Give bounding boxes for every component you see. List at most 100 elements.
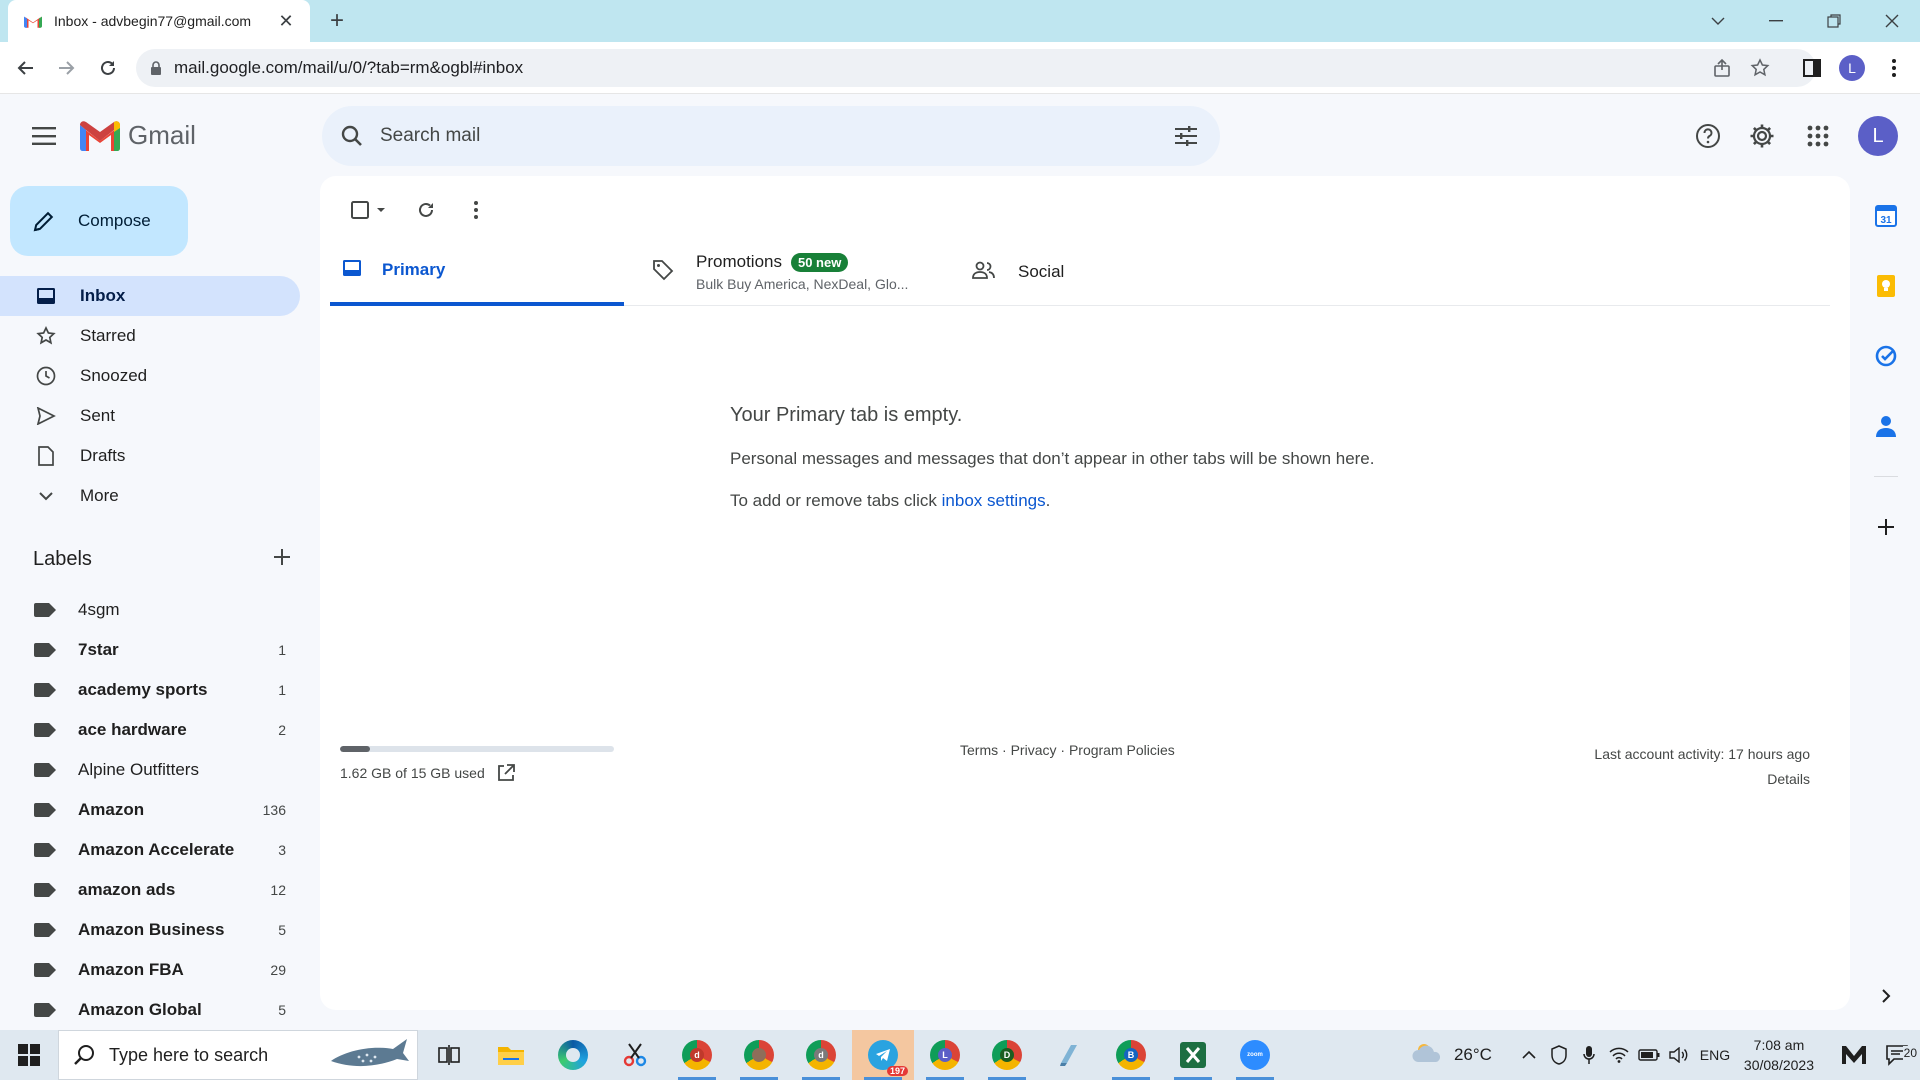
label-item[interactable]: Amazon Business 5: [0, 910, 300, 950]
minimize-button[interactable]: [1748, 0, 1804, 42]
inbox-tab-icon: [342, 259, 362, 282]
label-item[interactable]: amazon ads 12: [0, 870, 300, 910]
program-policies-link[interactable]: Program Policies: [1069, 742, 1175, 758]
windows-start-icon[interactable]: [0, 1030, 58, 1080]
browser-profile-avatar[interactable]: L: [1836, 52, 1868, 84]
calendar-icon[interactable]: 31: [1866, 196, 1906, 236]
help-icon[interactable]: [1690, 118, 1726, 154]
label-item[interactable]: 7star 1: [0, 630, 300, 670]
search-bar[interactable]: Search mail: [322, 106, 1220, 166]
open-storage-icon[interactable]: [497, 764, 515, 782]
account-avatar[interactable]: L: [1858, 116, 1898, 156]
battery-icon[interactable]: [1634, 1030, 1664, 1080]
details-link[interactable]: Details: [1594, 767, 1810, 792]
nav-item-sent[interactable]: Sent: [0, 396, 300, 436]
nav-item-more[interactable]: More: [0, 476, 300, 516]
notepad-icon[interactable]: [1038, 1030, 1100, 1080]
chrome-profile-d2-icon[interactable]: d: [790, 1030, 852, 1080]
close-tab-icon[interactable]: ✕: [276, 11, 296, 32]
get-addons-icon[interactable]: [1866, 507, 1906, 547]
search-icon[interactable]: [338, 122, 366, 150]
restore-button[interactable]: [1806, 0, 1862, 42]
gmail-logo[interactable]: Gmail: [80, 120, 196, 151]
zoom-icon[interactable]: zoom: [1224, 1030, 1286, 1080]
settings-gear-icon[interactable]: [1744, 118, 1780, 154]
main-menu-icon[interactable]: [28, 120, 60, 152]
wifi-icon[interactable]: [1604, 1030, 1634, 1080]
label-item[interactable]: Amazon Accelerate 3: [0, 830, 300, 870]
label-item[interactable]: Amazon Global 5: [0, 990, 300, 1030]
tab-primary[interactable]: Primary: [330, 238, 624, 306]
file-explorer-icon[interactable]: [480, 1030, 542, 1080]
nav-item-inbox[interactable]: Inbox: [0, 276, 300, 316]
tab-social[interactable]: Social: [972, 238, 1172, 306]
reload-button[interactable]: [92, 52, 124, 84]
volume-icon[interactable]: [1664, 1030, 1694, 1080]
select-checkbox[interactable]: [340, 190, 396, 230]
clock-time: 7:08 am: [1753, 1037, 1805, 1053]
keep-icon[interactable]: [1866, 266, 1906, 306]
tab-search-icon[interactable]: [1690, 0, 1746, 42]
chrome-profile-d-icon[interactable]: d: [666, 1030, 728, 1080]
chrome-profile-l-icon[interactable]: L: [914, 1030, 976, 1080]
label-name: academy sports: [78, 680, 208, 699]
compose-button[interactable]: Compose: [10, 186, 188, 256]
nav-item-snoozed[interactable]: Snoozed: [0, 356, 300, 396]
clock-date: 30/08/2023: [1743, 1057, 1814, 1073]
language-indicator[interactable]: ENG: [1700, 1030, 1730, 1080]
weather-cloud-icon[interactable]: [1412, 1042, 1444, 1069]
bookmark-star-icon[interactable]: [1750, 58, 1770, 83]
side-panel-icon[interactable]: [1796, 52, 1828, 84]
hide-side-panel-icon[interactable]: [1872, 982, 1900, 1010]
browser-tab-inbox[interactable]: Inbox - advbegin77@gmail.com ✕: [8, 0, 310, 42]
meet-now-icon[interactable]: [1834, 1030, 1874, 1080]
show-hidden-icons-icon[interactable]: [1514, 1030, 1544, 1080]
notifications-icon[interactable]: 20: [1874, 1044, 1920, 1066]
create-label-icon[interactable]: [273, 548, 291, 571]
excel-icon[interactable]: [1162, 1030, 1224, 1080]
nav-item-drafts[interactable]: Drafts: [0, 436, 300, 476]
label-item[interactable]: 4sgm: [0, 590, 300, 630]
chrome-profile-b-icon[interactable]: B: [1100, 1030, 1162, 1080]
search-input[interactable]: Search mail: [380, 125, 1172, 147]
label-item[interactable]: Amazon FBA 29: [0, 950, 300, 990]
label-item[interactable]: academy sports 1: [0, 670, 300, 710]
tasks-icon[interactable]: [1866, 336, 1906, 376]
privacy-link[interactable]: Privacy: [1011, 742, 1057, 758]
task-view-icon[interactable]: [418, 1030, 480, 1080]
label-item[interactable]: Alpine Outfitters: [0, 750, 300, 790]
label-name: Amazon FBA: [78, 960, 184, 979]
contacts-icon[interactable]: [1866, 406, 1906, 446]
new-tab-button[interactable]: +: [322, 6, 352, 36]
back-button[interactable]: [10, 52, 42, 84]
empty-heading: Your Primary tab is empty.: [730, 404, 963, 426]
snipping-tool-icon[interactable]: [604, 1030, 666, 1080]
telegram-icon[interactable]: 197: [852, 1030, 914, 1080]
taskbar-clock[interactable]: 7:08 am 30/08/2023: [1744, 1035, 1814, 1075]
edge-browser-icon[interactable]: [542, 1030, 604, 1080]
security-icon[interactable]: [1544, 1030, 1574, 1080]
share-icon[interactable]: [1712, 58, 1732, 83]
microphone-icon[interactable]: [1574, 1030, 1604, 1080]
close-window-button[interactable]: [1864, 0, 1920, 42]
inbox-settings-link[interactable]: inbox settings: [942, 491, 1046, 510]
taskbar-search[interactable]: Type here to search: [58, 1030, 418, 1080]
label-item[interactable]: Amazon 136: [0, 790, 300, 830]
chrome-profile-d3-icon[interactable]: D: [976, 1030, 1038, 1080]
terms-link[interactable]: Terms: [960, 742, 998, 758]
address-bar[interactable]: mail.google.com/mail/u/0/?tab=rm&ogbl#in…: [136, 49, 1816, 87]
refresh-icon[interactable]: [406, 190, 446, 230]
forward-button[interactable]: [50, 52, 82, 84]
more-options-icon[interactable]: [456, 190, 496, 230]
search-options-icon[interactable]: [1172, 122, 1200, 150]
nav-item-starred[interactable]: Starred: [0, 316, 300, 356]
chrome-profile-avatar-icon[interactable]: [728, 1030, 790, 1080]
browser-menu-icon[interactable]: [1878, 52, 1910, 84]
label-tag-icon: [34, 643, 56, 657]
weather-temp[interactable]: 26°C: [1454, 1045, 1492, 1065]
google-apps-icon[interactable]: [1800, 118, 1836, 154]
label-item[interactable]: ace hardware 2: [0, 710, 300, 750]
compose-label: Compose: [78, 211, 151, 230]
tab-promotions[interactable]: Promotions 50 new Bulk Buy America, NexD…: [652, 238, 942, 306]
people-icon: [972, 261, 996, 284]
